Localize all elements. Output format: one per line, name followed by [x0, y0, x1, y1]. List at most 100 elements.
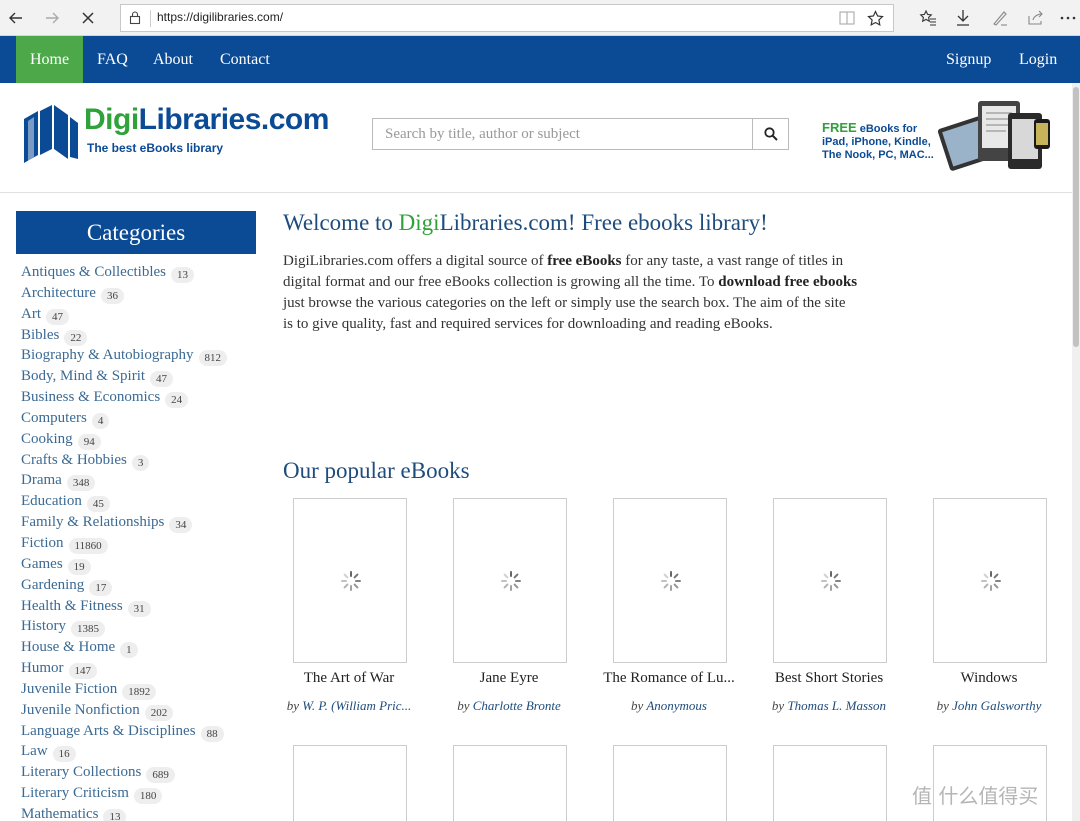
category-label[interactable]: Fiction	[21, 535, 64, 551]
category-label[interactable]: Literary Collections	[21, 764, 141, 780]
category-label[interactable]: Health & Fitness	[21, 598, 123, 614]
scrollbar-thumb[interactable]	[1073, 87, 1079, 347]
category-label[interactable]: Architecture	[21, 285, 96, 301]
category-item[interactable]: Crafts & Hobbies 3	[21, 450, 261, 471]
category-label[interactable]: Juvenile Fiction	[21, 681, 117, 697]
category-item[interactable]: Biography & Autobiography 812	[21, 345, 261, 367]
book-author[interactable]: by John Galsworthy	[909, 698, 1069, 714]
address-bar[interactable]: https://digilibraries.com/	[120, 4, 894, 32]
favorites-hub-icon[interactable]	[916, 6, 940, 30]
category-item[interactable]: Art 47	[21, 304, 261, 325]
category-label[interactable]: Body, Mind & Spirit	[21, 368, 145, 384]
category-label[interactable]: History	[21, 618, 66, 634]
book-cover[interactable]	[933, 498, 1047, 663]
category-item[interactable]: Law 16	[21, 741, 261, 763]
category-item[interactable]: Body, Mind & Spirit 47	[21, 366, 261, 388]
nav-signup[interactable]: Signup	[946, 36, 991, 83]
author-name[interactable]: Anonymous	[646, 698, 707, 713]
category-label[interactable]: Crafts & Hobbies	[21, 452, 127, 468]
category-item[interactable]: Literary Collections 689	[21, 762, 261, 784]
category-item[interactable]: Architecture 36	[21, 283, 261, 304]
book-cover[interactable]	[453, 745, 567, 821]
category-item[interactable]: Literary Criticism 180	[21, 783, 261, 805]
category-label[interactable]: Games	[21, 556, 63, 572]
category-item[interactable]: Mathematics 13	[21, 804, 261, 821]
category-label[interactable]: Bibles	[21, 327, 59, 343]
page-scrollbar[interactable]	[1072, 83, 1080, 821]
author-name[interactable]: W. P. (William Pric...	[302, 698, 411, 713]
category-item[interactable]: Education 45	[21, 491, 261, 513]
category-item[interactable]: Fiction 11860	[21, 533, 261, 554]
category-label[interactable]: Literary Criticism	[21, 785, 129, 801]
book-author[interactable]: by Anonymous	[589, 698, 749, 714]
nav-login[interactable]: Login	[1019, 36, 1057, 83]
book-author[interactable]: by Thomas L. Masson	[749, 698, 909, 714]
share-icon[interactable]	[1024, 6, 1048, 30]
category-label[interactable]: Language Arts & Disciplines	[21, 723, 196, 739]
forward-arrow-icon[interactable]	[40, 6, 64, 30]
category-item[interactable]: Antiques & Collectibles 13	[21, 262, 261, 283]
book-author[interactable]: by W. P. (William Pric...	[269, 698, 429, 714]
url-text[interactable]: https://digilibraries.com/	[157, 10, 283, 24]
nav-home[interactable]: Home	[16, 36, 83, 83]
category-item[interactable]: Juvenile Fiction 1892	[21, 679, 261, 700]
category-label[interactable]: Drama	[21, 472, 62, 488]
category-label[interactable]: Education	[21, 493, 82, 509]
category-label[interactable]: Humor	[21, 660, 64, 676]
author-name[interactable]: Thomas L. Masson	[787, 698, 886, 713]
book-cover[interactable]	[453, 498, 567, 663]
category-item[interactable]: Language Arts & Disciplines 88	[21, 721, 261, 742]
book-title[interactable]: Best Short Stories	[749, 670, 909, 687]
pen-notes-icon[interactable]	[988, 6, 1012, 30]
book-cover[interactable]	[293, 745, 407, 821]
book-cover[interactable]	[613, 498, 727, 663]
book-cover[interactable]	[293, 498, 407, 663]
category-item[interactable]: Drama 348	[21, 470, 261, 492]
book-cover[interactable]	[613, 745, 727, 821]
favorite-star-icon[interactable]	[867, 10, 884, 32]
category-item[interactable]: House & Home 1	[21, 637, 261, 659]
category-item[interactable]: Juvenile Nonfiction 202	[21, 700, 261, 721]
category-item[interactable]: Health & Fitness 31	[21, 596, 261, 617]
nav-about[interactable]: About	[153, 36, 193, 83]
category-label[interactable]: Computers	[21, 410, 87, 426]
category-label[interactable]: Mathematics	[21, 806, 98, 821]
search-button[interactable]	[752, 119, 788, 149]
stop-loading-icon[interactable]	[76, 6, 100, 30]
promo-text[interactable]: FREE eBooks for iPad, iPhone, Kindle, Th…	[822, 121, 934, 162]
category-item[interactable]: Humor 147	[21, 658, 261, 680]
book-title[interactable]: Jane Eyre	[429, 670, 589, 687]
author-name[interactable]: Charlotte Bronte	[473, 698, 561, 713]
book-cover[interactable]	[773, 745, 887, 821]
category-item[interactable]: Business & Economics 24	[21, 387, 261, 409]
category-item[interactable]: History 1385	[21, 616, 261, 638]
category-label[interactable]: Business & Economics	[21, 389, 160, 405]
nav-contact[interactable]: Contact	[220, 36, 270, 83]
book-cover[interactable]	[773, 498, 887, 663]
category-label[interactable]: Antiques & Collectibles	[21, 264, 166, 280]
category-item[interactable]: Bibles 22	[21, 325, 261, 346]
category-label[interactable]: House & Home	[21, 639, 115, 655]
category-label[interactable]: Family & Relationships	[21, 514, 164, 530]
site-logo[interactable]: DigiLibraries.com The best eBooks librar…	[20, 97, 350, 163]
category-item[interactable]: Cooking 94	[21, 429, 261, 450]
category-label[interactable]: Juvenile Nonfiction	[21, 702, 140, 718]
category-item[interactable]: Family & Relationships 34	[21, 512, 261, 534]
category-label[interactable]: Cooking	[21, 431, 73, 447]
category-label[interactable]: Law	[21, 743, 48, 759]
category-label[interactable]: Art	[21, 306, 41, 322]
book-title[interactable]: Windows	[909, 670, 1069, 687]
search-input[interactable]	[373, 119, 753, 149]
more-menu-icon[interactable]	[1056, 6, 1080, 30]
download-icon[interactable]	[951, 6, 975, 30]
reading-view-icon[interactable]	[839, 11, 855, 30]
book-author[interactable]: by Charlotte Bronte	[429, 698, 589, 714]
category-label[interactable]: Biography & Autobiography	[21, 347, 194, 363]
category-item[interactable]: Computers 4	[21, 408, 261, 429]
category-label[interactable]: Gardening	[21, 577, 84, 593]
author-name[interactable]: John Galsworthy	[952, 698, 1041, 713]
book-title[interactable]: The Art of War	[269, 670, 429, 687]
category-item[interactable]: Games 19	[21, 554, 261, 575]
back-arrow-icon[interactable]	[4, 6, 28, 30]
category-item[interactable]: Gardening 17	[21, 575, 261, 596]
